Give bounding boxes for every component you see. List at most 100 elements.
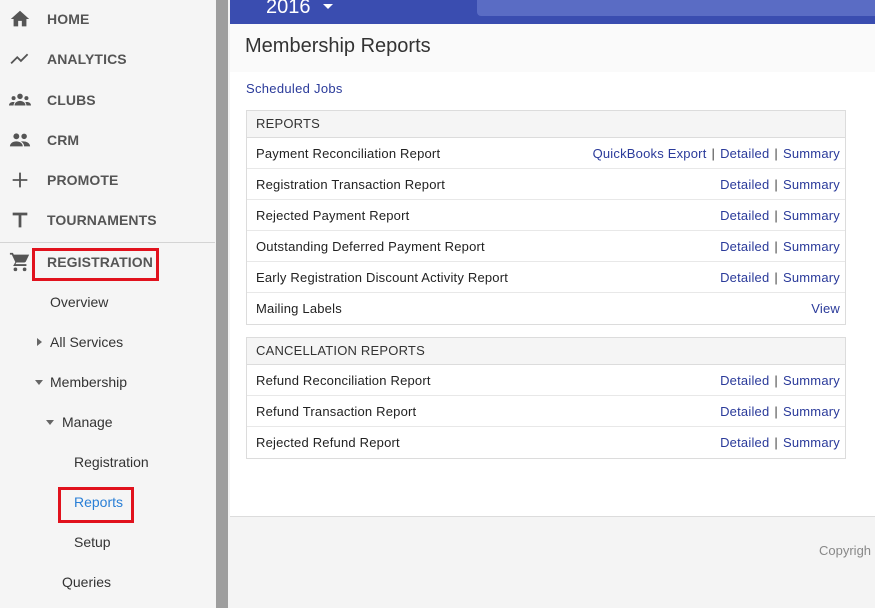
report-name: Rejected Payment Report [256, 208, 410, 223]
summary-link[interactable]: Summary [783, 404, 840, 419]
sidebar: HOME ANALYTICS CLUBS CRM PROMOTE TOURNAM… [0, 0, 215, 608]
report-links: Detailed | Summary [720, 177, 840, 192]
nav-analytics[interactable]: ANALYTICS [0, 41, 215, 77]
summary-link[interactable]: Summary [783, 146, 840, 161]
summary-link[interactable]: Summary [783, 239, 840, 254]
link-separator: | [774, 146, 778, 161]
summary-link[interactable]: Summary [783, 208, 840, 223]
page-title: Membership Reports [245, 35, 431, 57]
reports-body: Scheduled Jobs REPORTS Payment Reconcili… [230, 72, 875, 516]
report-links: Detailed | Summary [720, 435, 840, 450]
sidebar-item-manage[interactable]: Manage [62, 414, 113, 430]
detailed-link[interactable]: Detailed [720, 435, 769, 450]
report-name: Early Registration Discount Activity Rep… [256, 270, 509, 285]
sidebar-item-queries[interactable]: Queries [62, 574, 111, 590]
detailed-link[interactable]: Detailed [720, 177, 769, 192]
scheduled-jobs-link[interactable]: Scheduled Jobs [246, 81, 343, 96]
footer-divider [230, 516, 875, 517]
copyright-text: Copyrigh [819, 543, 872, 558]
home-icon [8, 7, 32, 31]
report-row: Registration Transaction Report Detailed |… [247, 169, 845, 200]
report-name: Refund Transaction Report [256, 404, 417, 419]
detailed-link[interactable]: Detailed [720, 404, 769, 419]
link-separator: | [774, 177, 778, 192]
sidebar-item-setup[interactable]: Setup [74, 534, 111, 550]
nav-crm[interactable]: CRM [0, 122, 215, 158]
caret-down-icon[interactable] [46, 420, 54, 425]
summary-link[interactable]: Summary [783, 373, 840, 388]
nav-clubs[interactable]: CLUBS [0, 82, 215, 118]
search-input[interactable] [477, 0, 875, 16]
sidebar-item-all-services[interactable]: All Services [50, 334, 123, 350]
panel-heading: REPORTS [247, 111, 845, 138]
detailed-link[interactable]: Detailed [720, 270, 769, 285]
plus-icon [8, 168, 32, 192]
nav-label: HOME [47, 11, 90, 27]
report-row: Rejected Payment Report Detailed | Summary [247, 200, 845, 231]
report-links: Detailed | Summary [720, 270, 840, 285]
nav-label: ANALYTICS [47, 51, 127, 67]
report-links: QuickBooks Export | Detailed | Summary [593, 146, 840, 161]
summary-link[interactable]: Summary [783, 270, 840, 285]
report-links: Detailed | Summary [720, 239, 840, 254]
link-separator: | [774, 239, 778, 254]
reports-panel: REPORTS Payment Reconciliation Report Qui… [246, 110, 846, 325]
cancellation-reports-panel: CANCELLATION REPORTS Refund Reconciliati… [246, 337, 846, 459]
nav-label: TOURNAMENTS [47, 212, 157, 228]
sidebar-item-registration[interactable]: Registration [74, 454, 149, 470]
nav-promote[interactable]: PROMOTE [0, 162, 215, 198]
link-separator: | [774, 270, 778, 285]
report-name: Outstanding Deferred Payment Report [256, 239, 485, 254]
nav-tournaments[interactable]: TOURNAMENTS [0, 202, 215, 238]
nav-divider [0, 242, 215, 243]
detailed-link[interactable]: Detailed [720, 146, 769, 161]
caret-down-icon[interactable] [35, 380, 43, 385]
cart-icon [8, 250, 32, 274]
report-row: Outstanding Deferred Payment Report Detai… [247, 231, 845, 262]
nav-label: CRM [47, 132, 80, 148]
report-links: Detailed | Summary [720, 404, 840, 419]
link-separator: | [774, 373, 778, 388]
registration-highlight-box [32, 248, 159, 281]
sidebar-item-overview[interactable]: Overview [50, 294, 108, 310]
link-separator: | [774, 208, 778, 223]
nav-label: PROMOTE [47, 172, 119, 188]
sidebar-scrollbar[interactable] [216, 0, 228, 608]
t-letter-icon [8, 208, 32, 232]
report-name: Refund Reconciliation Report [256, 373, 431, 388]
quickbooks-export-link[interactable]: QuickBooks Export [593, 146, 707, 161]
report-row: Refund Transaction Report Detailed | Summar… [247, 396, 845, 427]
report-row: Mailing Labels View [247, 293, 845, 324]
trending-icon [8, 47, 32, 71]
report-row: Payment Reconciliation Report QuickBooks … [247, 138, 845, 169]
link-separator: | [774, 404, 778, 419]
nav-home[interactable]: HOME [0, 1, 215, 37]
detailed-link[interactable]: Detailed [720, 208, 769, 223]
summary-link[interactable]: Summary [783, 435, 840, 450]
report-name: Rejected Refund Report [256, 435, 400, 450]
top-bar: 2016 [230, 0, 875, 24]
report-row: Refund Reconciliation Report Detailed | Sum… [247, 365, 845, 396]
panel-heading: CANCELLATION REPORTS [247, 338, 845, 365]
report-links: Detailed | Summary [720, 373, 840, 388]
main-content: 2016 Membership Reports Scheduled Jobs R… [230, 0, 875, 608]
report-name: Payment Reconciliation Report [256, 146, 441, 161]
link-separator: | [711, 146, 716, 161]
report-links: Detailed | Summary [720, 208, 840, 223]
report-row: Early Registration Discount Activity Rep… [247, 262, 845, 293]
reports-highlight-box [58, 487, 134, 523]
sidebar-item-membership[interactable]: Membership [50, 374, 127, 390]
report-name: Registration Transaction Report [256, 177, 446, 192]
detailed-link[interactable]: Detailed [720, 373, 769, 388]
page-header: Membership Reports [230, 24, 875, 72]
link-separator: | [774, 435, 778, 450]
year-selector[interactable]: 2016 [266, 0, 311, 19]
view-link[interactable]: View [811, 301, 840, 316]
people-icon [8, 128, 32, 152]
summary-link[interactable]: Summary [783, 177, 840, 192]
chevron-down-icon[interactable] [323, 4, 333, 9]
report-row: Rejected Refund Report Detailed | Summary [247, 427, 845, 458]
groups-icon [8, 88, 32, 112]
caret-right-icon[interactable] [37, 338, 42, 346]
detailed-link[interactable]: Detailed [720, 239, 769, 254]
